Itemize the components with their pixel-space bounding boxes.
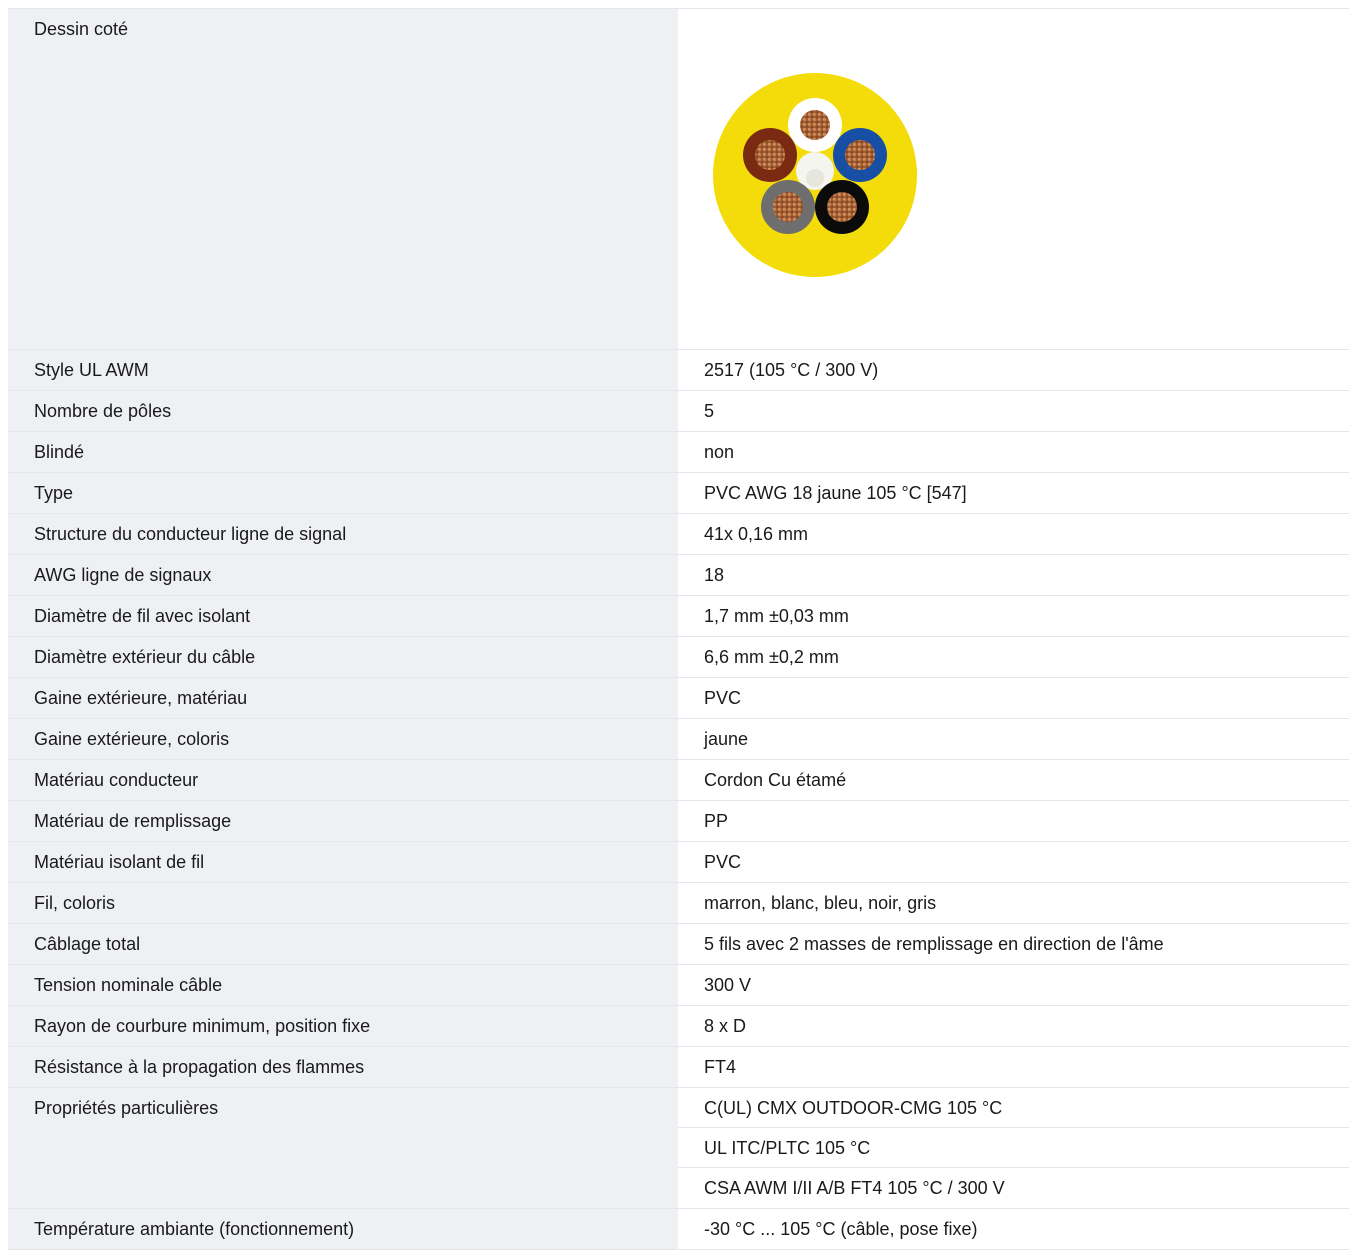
row-value: Cordon Cu étamé	[678, 759, 1349, 801]
row-value-item: UL ITC/PLTC 105 °C	[678, 1128, 1349, 1168]
conductor-white	[800, 110, 830, 140]
row-label: Matériau de remplissage	[8, 800, 678, 842]
row-value: non	[678, 431, 1349, 473]
row-label: Structure du conducteur ligne de signal	[8, 513, 678, 555]
row-value: -30 °C ... 105 °C (câble, pose fixe)	[678, 1208, 1349, 1250]
row-label: Gaine extérieure, matériau	[8, 677, 678, 719]
table-row: Résistance à la propagation des flammes F…	[8, 1046, 1349, 1088]
row-value: 2517 (105 °C / 300 V)	[678, 349, 1349, 391]
row-label: Câblage total	[8, 923, 678, 965]
table-row: Blindé non	[8, 431, 1349, 473]
table-row: Gaine extérieure, coloris jaune	[8, 718, 1349, 760]
row-label: Propriétés particulières	[8, 1087, 678, 1209]
row-value: 41x 0,16 mm	[678, 513, 1349, 555]
table-row: Matériau de remplissage PP	[8, 800, 1349, 842]
table-row: Rayon de courbure minimum, position fixe…	[8, 1005, 1349, 1047]
row-label: AWG ligne de signaux	[8, 554, 678, 596]
table-row-drawing: Dessin coté	[8, 9, 1349, 350]
conductor-grey	[773, 192, 803, 222]
table-row: Style UL AWM 2517 (105 °C / 300 V)	[8, 349, 1349, 391]
drawing-cell	[678, 9, 1349, 350]
row-value: jaune	[678, 718, 1349, 760]
table-row: Matériau conducteur Cordon Cu étamé	[8, 759, 1349, 801]
row-value-list: C(UL) CMX OUTDOOR-CMG 105 °C UL ITC/PLTC …	[678, 1087, 1349, 1209]
table-row: Diamètre extérieur du câble 6,6 mm ±0,2 m…	[8, 636, 1349, 678]
center-filler-core	[806, 169, 824, 187]
row-label: Rayon de courbure minimum, position fixe	[8, 1005, 678, 1047]
table-row: Diamètre de fil avec isolant 1,7 mm ±0,03…	[8, 595, 1349, 637]
row-label: Diamètre extérieur du câble	[8, 636, 678, 678]
clipped-header	[8, 0, 1349, 9]
table-row: Câblage total 5 fils avec 2 masses de rem…	[8, 923, 1349, 965]
row-value: 6,6 mm ±0,2 mm	[678, 636, 1349, 678]
row-value: 5 fils avec 2 masses de remplissage en d…	[678, 923, 1349, 965]
row-value: PVC AWG 18 jaune 105 °C [547]	[678, 472, 1349, 514]
row-label: Type	[8, 472, 678, 514]
row-value: PP	[678, 800, 1349, 842]
table-row: Gaine extérieure, matériau PVC	[8, 677, 1349, 719]
row-value-item: C(UL) CMX OUTDOOR-CMG 105 °C	[678, 1088, 1349, 1128]
row-value: PVC	[678, 841, 1349, 883]
row-label: Style UL AWM	[8, 349, 678, 391]
row-value: 18	[678, 554, 1349, 596]
specification-table: Dessin coté Style UL AWM 2517 (105 °C / …	[8, 9, 1349, 1250]
row-value: 8 x D	[678, 1005, 1349, 1047]
spec-sheet: Dessin coté Style UL AWM 2517 (105 °C / …	[0, 0, 1353, 1250]
row-label: Résistance à la propagation des flammes	[8, 1046, 678, 1088]
row-label: Diamètre de fil avec isolant	[8, 595, 678, 637]
conductor-black	[827, 192, 857, 222]
table-row: Fil, coloris marron, blanc, bleu, noir, g…	[8, 882, 1349, 924]
row-label: Fil, coloris	[8, 882, 678, 924]
table-row: Matériau isolant de fil PVC	[8, 841, 1349, 883]
table-row: Structure du conducteur ligne de signal 4…	[8, 513, 1349, 555]
conductor-brown	[755, 140, 785, 170]
row-label: Nombre de pôles	[8, 390, 678, 432]
row-value: 5	[678, 390, 1349, 432]
table-row-special-properties: Propriétés particulières C(UL) CMX OUTDOO…	[8, 1087, 1349, 1209]
row-label: Matériau conducteur	[8, 759, 678, 801]
table-row: Tension nominale câble 300 V	[8, 964, 1349, 1006]
row-value: marron, blanc, bleu, noir, gris	[678, 882, 1349, 924]
cable-cross-section-image	[713, 73, 917, 277]
row-label: Température ambiante (fonctionnement)	[8, 1208, 678, 1250]
row-value-item: CSA AWM I/II A/B FT4 105 °C / 300 V	[704, 1178, 1005, 1198]
row-label: Tension nominale câble	[8, 964, 678, 1006]
table-row: Type PVC AWG 18 jaune 105 °C [547]	[8, 472, 1349, 514]
drawing-label: Dessin coté	[8, 9, 678, 350]
row-value: 1,7 mm ±0,03 mm	[678, 595, 1349, 637]
table-row: AWG ligne de signaux 18	[8, 554, 1349, 596]
row-value: FT4	[678, 1046, 1349, 1088]
row-label: Blindé	[8, 431, 678, 473]
row-value: PVC	[678, 677, 1349, 719]
row-label: Matériau isolant de fil	[8, 841, 678, 883]
row-label: Gaine extérieure, coloris	[8, 718, 678, 760]
table-row: Nombre de pôles 5	[8, 390, 1349, 432]
row-value: 300 V	[678, 964, 1349, 1006]
table-row: Température ambiante (fonctionnement) -30…	[8, 1208, 1349, 1250]
conductor-blue	[845, 140, 875, 170]
